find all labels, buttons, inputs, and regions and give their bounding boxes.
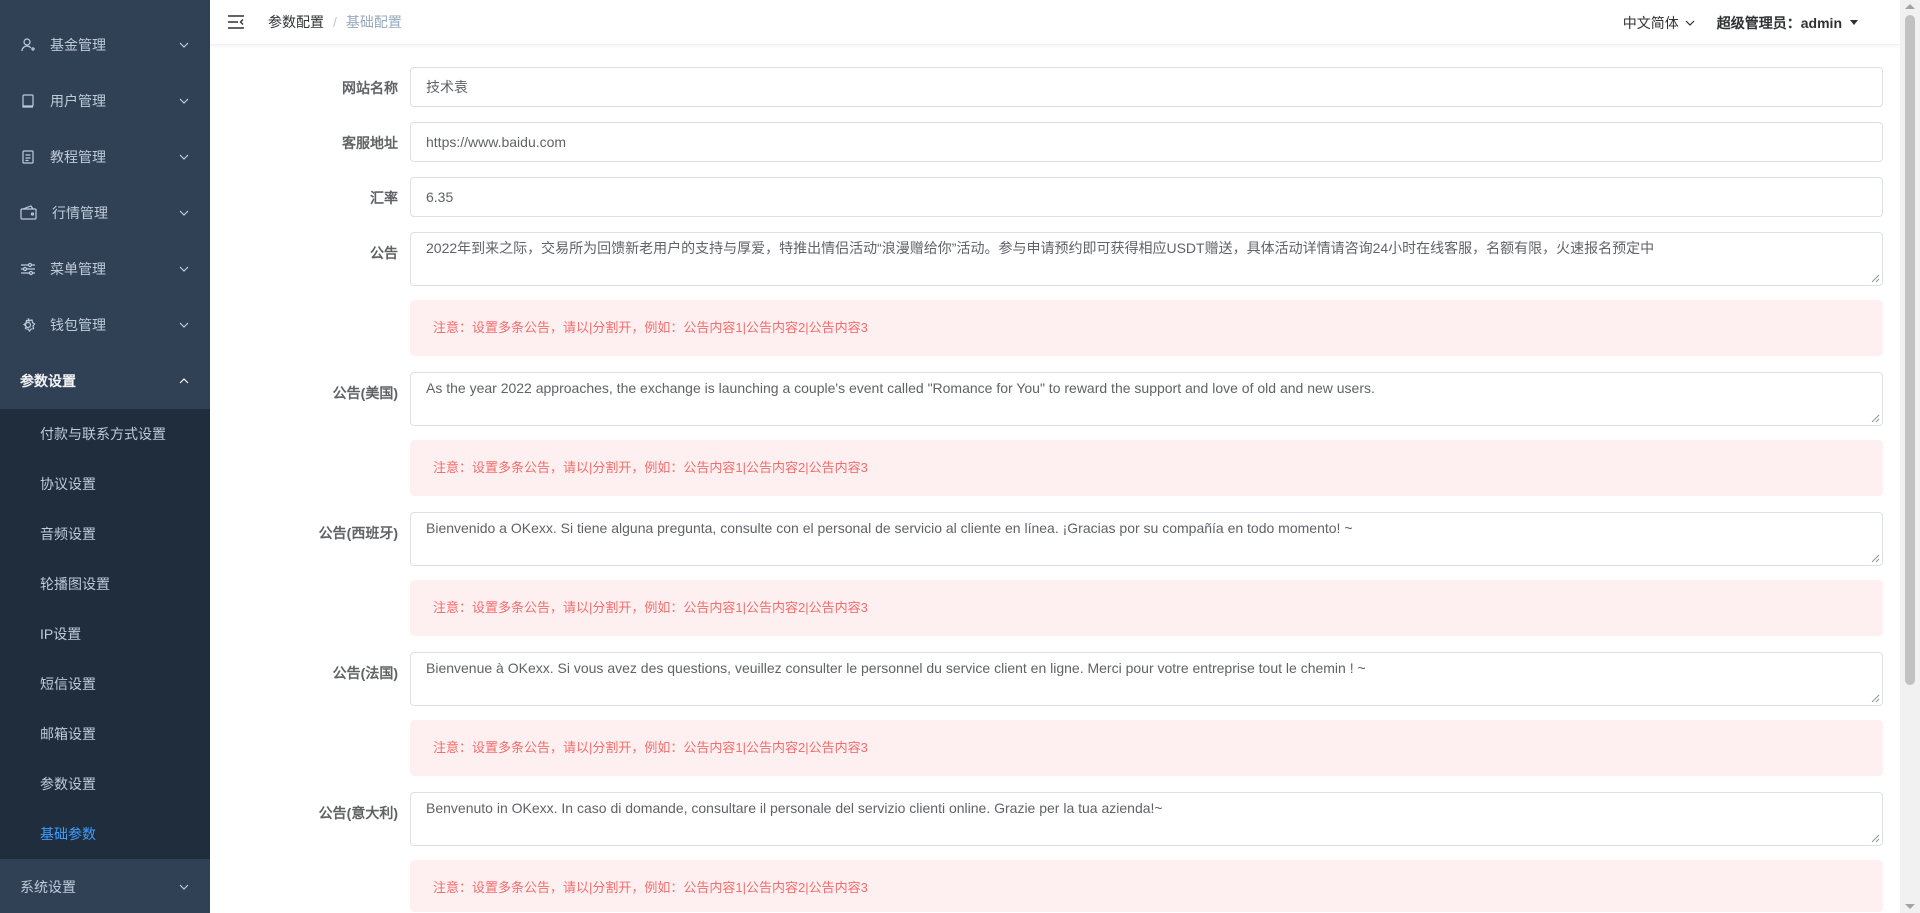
sub-item-label: 短信设置 bbox=[40, 676, 96, 692]
navbar: 参数配置 / 基础配置 中文简体 超级管理员：admin bbox=[210, 0, 1900, 45]
chevron-down-icon bbox=[178, 39, 190, 51]
sub-item-label: 付款与联系方式设置 bbox=[40, 426, 166, 442]
nav-right: 中文简体 超级管理员：admin bbox=[1623, 0, 1858, 45]
breadcrumb-parent[interactable]: 参数配置 bbox=[268, 12, 324, 32]
announcement-text: Bienvenido a OKexx. Si tiene alguna preg… bbox=[426, 520, 1353, 536]
menu-label: 基金管理 bbox=[50, 37, 106, 53]
menu-label: 钱包管理 bbox=[50, 317, 106, 333]
announcement-us-textarea[interactable]: As the year 2022 approaches, the exchang… bbox=[410, 372, 1883, 426]
notice-banner: 注意：设置多条公告，请以|分割开，例如：公告内容1|公告内容2|公告内容3 bbox=[410, 300, 1883, 356]
announcement-textarea[interactable]: 2022年到来之际，交易所为回馈新老用户的支持与厚爱，特推出情侣活动“浪漫赠给你… bbox=[410, 232, 1883, 286]
announcement-text: Benvenuto in OKexx. In caso di domande, … bbox=[426, 800, 1163, 816]
sliders-icon bbox=[20, 261, 36, 277]
announcement-text: As the year 2022 approaches, the exchang… bbox=[426, 380, 1375, 396]
sub-item-email[interactable]: 邮箱设置 bbox=[0, 709, 210, 759]
user-menu[interactable]: 超级管理员：admin bbox=[1717, 13, 1858, 33]
sub-item-payment[interactable]: 付款与联系方式设置 bbox=[0, 409, 210, 459]
chevron-up-icon bbox=[178, 375, 190, 387]
menu-item-menu[interactable]: 菜单管理 bbox=[0, 241, 210, 297]
menu-label: 行情管理 bbox=[52, 205, 108, 221]
service-url-label: 客服地址 bbox=[342, 135, 398, 151]
chevron-down-icon bbox=[178, 151, 190, 163]
menu-label: 系统设置 bbox=[20, 879, 76, 895]
chevron-down-icon bbox=[1685, 20, 1695, 26]
menu-item-fund[interactable]: 基金管理 bbox=[0, 17, 210, 73]
menu-item-system[interactable]: 系统设置 bbox=[0, 859, 210, 913]
announcement-es-textarea[interactable]: Bienvenido a OKexx. Si tiene alguna preg… bbox=[410, 512, 1883, 566]
service-url-input[interactable]: https://www.baidu.com bbox=[410, 122, 1883, 162]
announcement-fr-textarea[interactable]: Bienvenue à OKexx. Si vous avez des ques… bbox=[410, 652, 1883, 706]
breadcrumb-separator: / bbox=[333, 14, 337, 30]
notice-banner: 注意：设置多条公告，请以|分割开，例如：公告内容1|公告内容2|公告内容3 bbox=[410, 580, 1883, 636]
caret-down-icon bbox=[1850, 20, 1858, 25]
chevron-down-icon bbox=[178, 95, 190, 107]
menu-label: 教程管理 bbox=[50, 149, 106, 165]
announcement-es-label: 公告(西班牙) bbox=[318, 525, 398, 541]
notice-banner: 注意：设置多条公告，请以|分割开，例如：公告内容1|公告内容2|公告内容3 bbox=[410, 720, 1883, 776]
submenu-params: 付款与联系方式设置 协议设置 音频设置 轮播图设置 IP设置 短信设置 邮箱设置… bbox=[0, 409, 210, 859]
user-icon bbox=[20, 37, 36, 53]
sub-item-audio[interactable]: 音频设置 bbox=[0, 509, 210, 559]
sub-item-label: 邮箱设置 bbox=[40, 726, 96, 742]
chevron-down-icon bbox=[178, 319, 190, 331]
menu-item-market[interactable]: 行情管理 bbox=[0, 185, 210, 241]
notice-banner: 注意：设置多条公告，请以|分割开，例如：公告内容1|公告内容2|公告内容3 bbox=[410, 440, 1883, 496]
notice-banner: 注意：设置多条公告，请以|分割开，例如：公告内容1|公告内容2|公告内容3 bbox=[410, 860, 1883, 912]
announcement-us-label: 公告(美国) bbox=[332, 385, 398, 401]
menu-label: 菜单管理 bbox=[50, 261, 106, 277]
sub-item-params[interactable]: 参数设置 bbox=[0, 759, 210, 809]
scroll-down-arrow-icon[interactable] bbox=[1905, 904, 1915, 909]
resize-grip-icon[interactable] bbox=[1871, 554, 1880, 563]
language-select[interactable]: 中文简体 bbox=[1623, 13, 1695, 33]
chevron-down-icon bbox=[178, 207, 190, 219]
announcement-it-textarea[interactable]: Benvenuto in OKexx. In caso di domande, … bbox=[410, 792, 1883, 846]
sub-item-agreement[interactable]: 协议设置 bbox=[0, 459, 210, 509]
wallet-icon bbox=[20, 205, 38, 221]
rate-label: 汇率 bbox=[370, 190, 398, 206]
sub-item-carousel[interactable]: 轮播图设置 bbox=[0, 559, 210, 609]
announcement-text: 2022年到来之际，交易所为回馈新老用户的支持与厚爱，特推出情侣活动“浪漫赠给你… bbox=[426, 240, 1655, 256]
sub-item-sms[interactable]: 短信设置 bbox=[0, 659, 210, 709]
book-icon bbox=[20, 93, 36, 109]
page-scrollbar[interactable] bbox=[1900, 0, 1920, 913]
sub-item-label: 协议设置 bbox=[40, 476, 96, 492]
menu-item-params[interactable]: 参数设置 bbox=[0, 353, 210, 409]
resize-grip-icon[interactable] bbox=[1871, 694, 1880, 703]
sub-item-label: 音频设置 bbox=[40, 526, 96, 542]
announcement-label: 公告 bbox=[370, 245, 398, 261]
breadcrumb-current: 基础配置 bbox=[345, 14, 402, 30]
document-icon bbox=[20, 149, 36, 165]
menu-item-tutorial[interactable]: 教程管理 bbox=[0, 129, 210, 185]
announcement-text: Bienvenue à OKexx. Si vous avez des ques… bbox=[426, 660, 1366, 676]
menu-item-user[interactable]: 用户管理 bbox=[0, 73, 210, 129]
site-name-input[interactable]: 技术袁 bbox=[410, 67, 1883, 107]
chevron-down-icon bbox=[178, 881, 190, 893]
sub-item-label: 参数设置 bbox=[40, 776, 96, 792]
sub-item-label: IP设置 bbox=[40, 626, 82, 642]
scrollbar-thumb[interactable] bbox=[1905, 15, 1915, 685]
language-label: 中文简体 bbox=[1622, 14, 1679, 31]
resize-grip-icon[interactable] bbox=[1871, 414, 1880, 423]
gear-icon bbox=[20, 317, 36, 333]
sidebar: 基金管理 用户管理 教程管理 行情管理 菜单管理 钱包管理 参数设置 付款与联系… bbox=[0, 0, 210, 913]
menu-item-wallet[interactable]: 钱包管理 bbox=[0, 297, 210, 353]
user-name: 超级管理员：admin bbox=[1716, 14, 1842, 31]
sub-item-ip[interactable]: IP设置 bbox=[0, 609, 210, 659]
menu-label: 用户管理 bbox=[50, 93, 106, 109]
scroll-up-arrow-icon[interactable] bbox=[1905, 4, 1915, 9]
breadcrumb: 参数配置 / 基础配置 bbox=[268, 12, 402, 32]
sub-item-label: 轮播图设置 bbox=[40, 576, 110, 592]
menu-label: 参数设置 bbox=[20, 373, 76, 389]
announcement-fr-label: 公告(法国) bbox=[332, 665, 398, 681]
sub-item-label: 基础参数 bbox=[40, 826, 96, 842]
resize-grip-icon[interactable] bbox=[1871, 274, 1880, 283]
hamburger-icon[interactable] bbox=[227, 14, 245, 30]
rate-input[interactable]: 6.35 bbox=[410, 177, 1883, 217]
site-name-label: 网站名称 bbox=[342, 80, 398, 96]
announcement-it-label: 公告(意大利) bbox=[318, 805, 398, 821]
resize-grip-icon[interactable] bbox=[1871, 834, 1880, 843]
chevron-down-icon bbox=[178, 263, 190, 275]
sub-item-basic-params[interactable]: 基础参数 bbox=[0, 809, 210, 859]
